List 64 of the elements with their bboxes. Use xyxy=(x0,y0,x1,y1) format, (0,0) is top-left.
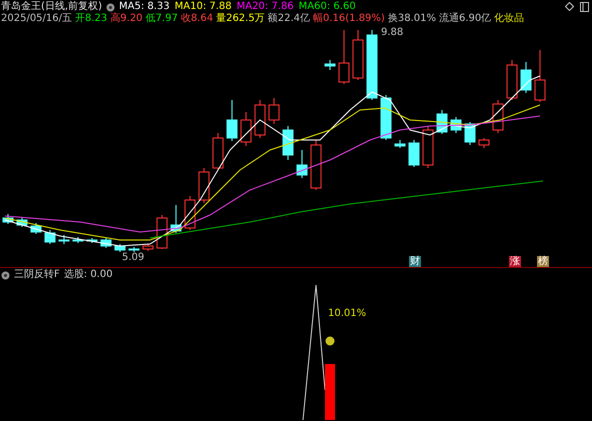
quote-value: 幅0.16(1.89%) xyxy=(312,13,385,25)
candlestick xyxy=(450,116,462,134)
quote-value: 额22.4亿 xyxy=(268,13,310,25)
candlestick xyxy=(212,132,224,170)
price-label: 9.88 xyxy=(381,27,404,39)
event-badge[interactable]: 涨 xyxy=(509,256,521,267)
signal-bar xyxy=(325,364,335,420)
quote-value: 收8.64 xyxy=(180,13,214,25)
candlestick xyxy=(198,168,210,204)
candlestick xyxy=(296,150,308,178)
candlestick xyxy=(226,100,238,142)
candlestick xyxy=(170,204,182,234)
candlestick xyxy=(282,126,294,160)
candlestick xyxy=(114,244,126,252)
quote-value: 换38.01% xyxy=(388,13,436,25)
candlestick xyxy=(86,238,98,244)
sector-label: 化妆品 xyxy=(494,13,524,25)
candlestick xyxy=(142,244,154,252)
candlestick xyxy=(422,126,434,168)
candlestick xyxy=(394,140,406,148)
stock-title: 青岛金王(日线,前复权) xyxy=(1,1,102,13)
candlestick xyxy=(128,246,140,252)
candlestick xyxy=(72,236,84,244)
candlestick xyxy=(324,60,336,70)
quote-value: 开8.23 xyxy=(75,13,108,25)
price-label: 5.09 xyxy=(122,252,144,264)
candlestick xyxy=(2,214,14,224)
candlestick xyxy=(254,100,266,138)
candlestick xyxy=(310,140,322,190)
settings-icon[interactable] xyxy=(1,270,10,280)
candlestick xyxy=(100,238,112,248)
candlestick xyxy=(366,30,378,100)
indicator-value: 选股: 0.00 xyxy=(64,269,113,281)
candlestick xyxy=(380,94,392,140)
candlestick xyxy=(44,230,56,244)
diamond-icon[interactable] xyxy=(565,2,574,11)
quote-value: 流通6.90亿 xyxy=(438,13,492,25)
settings-icon[interactable] xyxy=(106,2,115,12)
event-badge[interactable]: 财 xyxy=(409,256,421,267)
moving-average-value: MA5: 8.33 xyxy=(118,1,170,12)
window-icon[interactable] xyxy=(580,2,589,12)
candlestick xyxy=(338,30,350,84)
candlestick xyxy=(352,30,364,80)
moving-average-value: MA60: 6.60 xyxy=(298,1,356,13)
candlestick xyxy=(478,138,490,148)
candlestick xyxy=(240,112,252,146)
signal-label: 10.01% xyxy=(328,308,366,320)
candlestick xyxy=(268,98,280,124)
quote-value: 高9.20 xyxy=(110,13,143,25)
quote-value: 量262.5万 xyxy=(216,13,265,25)
event-badge[interactable]: 榜 xyxy=(537,256,549,267)
candlestick xyxy=(534,50,546,102)
candlestick xyxy=(30,222,42,234)
date-text: 2025/05/16/五 xyxy=(1,13,72,25)
quote-value: 低7.97 xyxy=(146,13,178,25)
candlestick xyxy=(520,62,532,94)
moving-average-value: MA10: 7.88 xyxy=(174,1,232,13)
candlestick xyxy=(58,234,70,244)
candlestick xyxy=(156,214,168,250)
candlestick xyxy=(408,140,420,168)
moving-average-value: MA20: 7.86 xyxy=(236,1,294,12)
indicator-name: 三阴反转F xyxy=(14,269,60,281)
candlestick xyxy=(506,60,518,100)
candlestick xyxy=(16,216,28,228)
